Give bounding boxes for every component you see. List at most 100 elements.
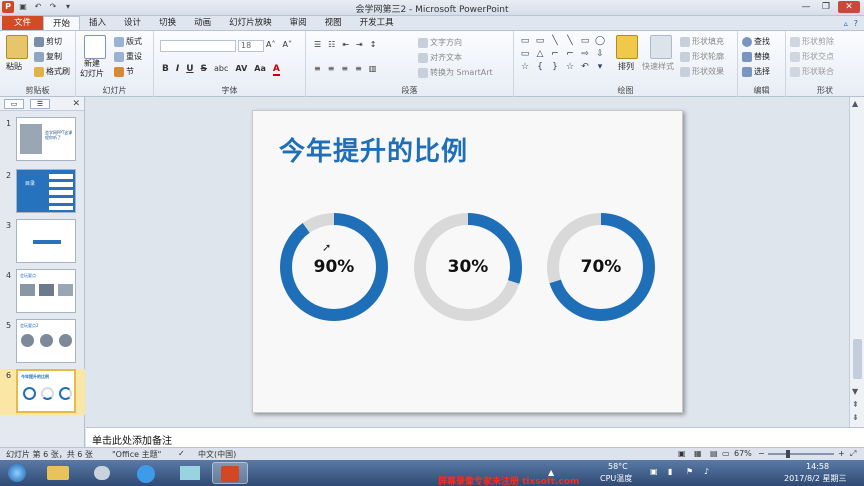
minimize-ribbon-icon[interactable]: ▵ xyxy=(844,19,848,28)
increase-indent-icon[interactable]: ⇥ xyxy=(356,40,363,49)
minimize-button[interactable]: — xyxy=(798,1,814,13)
new-slide-icon[interactable] xyxy=(84,35,106,59)
tab-slideshow[interactable]: 幻灯片放映 xyxy=(220,16,281,30)
font-color-button[interactable]: A xyxy=(272,64,280,76)
spellcheck-icon[interactable]: ✓ xyxy=(178,449,185,458)
arrange-icon[interactable] xyxy=(616,35,638,59)
char-spacing-button[interactable]: AV xyxy=(235,64,247,76)
slides-tab[interactable]: ▭ xyxy=(4,98,24,109)
align-left-icon[interactable]: ≡ xyxy=(314,64,321,73)
thumbnail-slide-4[interactable]: 4 会玩要点 xyxy=(0,269,85,315)
progress-ring-3[interactable]: 70% xyxy=(545,211,657,323)
tray-flag-icon[interactable]: ⚑ xyxy=(686,467,693,476)
numbering-icon[interactable]: ☷ xyxy=(328,40,335,49)
browser-taskbar-icon[interactable] xyxy=(128,462,164,484)
notes-pane[interactable]: 单击此处添加备注 xyxy=(86,427,864,447)
thumbnail-slide-3[interactable]: 3 xyxy=(0,219,85,265)
shape-union-button[interactable]: 形状联合 xyxy=(790,66,834,77)
italic-button[interactable]: I xyxy=(176,64,179,76)
paste-button[interactable]: 粘贴 xyxy=(6,61,22,72)
tray-volume-icon[interactable]: ♪ xyxy=(704,467,709,476)
justify-icon[interactable]: ≡ xyxy=(355,64,362,73)
thumbnail-slide-6[interactable]: 6 今年提升的比例 xyxy=(0,369,85,415)
tray-network-icon[interactable]: ▣ xyxy=(650,467,658,476)
thumbnail-slide-2[interactable]: 2 目录 xyxy=(0,169,85,215)
clock-time[interactable]: 14:58 xyxy=(806,462,829,471)
tab-review[interactable]: 审阅 xyxy=(281,16,316,30)
start-button-icon[interactable] xyxy=(2,462,32,484)
align-right-icon[interactable]: ≡ xyxy=(341,64,348,73)
bold-button[interactable]: B xyxy=(162,64,169,76)
close-button[interactable]: ✕ xyxy=(838,1,860,13)
app-taskbar-icon[interactable] xyxy=(172,462,208,484)
theme-name[interactable]: "Office 主题" xyxy=(112,449,161,460)
strikethrough-abc-button[interactable]: abc xyxy=(214,64,228,76)
smartart-button[interactable]: 转换为 SmartArt xyxy=(418,67,493,78)
copy-button[interactable]: 复制 xyxy=(34,51,62,62)
zoom-slider-knob[interactable] xyxy=(786,450,790,458)
underline-button[interactable]: U xyxy=(186,64,193,76)
replace-button[interactable]: 替换 xyxy=(742,51,770,62)
slideshow-view-icon[interactable]: ▭ xyxy=(722,449,730,458)
font-name-combo[interactable] xyxy=(160,40,236,52)
shape-cut-button[interactable]: 形状剪除 xyxy=(790,36,834,47)
language[interactable]: 中文(中国) xyxy=(198,449,236,460)
select-button[interactable]: 选择 xyxy=(742,66,770,77)
maximize-button[interactable]: ❐ xyxy=(818,1,834,13)
notes-placeholder[interactable]: 单击此处添加备注 xyxy=(92,432,172,447)
close-panel-icon[interactable]: ✕ xyxy=(72,99,80,109)
zoom-in-icon[interactable]: + xyxy=(838,449,845,458)
font-size-grow-shrink[interactable]: A˄ A˅ xyxy=(266,40,292,49)
reading-view-icon[interactable]: ▤ xyxy=(710,449,718,458)
format-painter-button[interactable]: 格式刷 xyxy=(34,66,70,77)
shape-intersect-button[interactable]: 形状交点 xyxy=(790,51,834,62)
decrease-indent-icon[interactable]: ⇤ xyxy=(342,40,349,49)
vertical-scrollbar[interactable]: ▲ ▼ ⇞ ⇟ xyxy=(849,97,864,427)
paste-icon[interactable] xyxy=(6,35,28,59)
new-slide-button[interactable]: 新建 幻灯片 xyxy=(80,59,104,79)
text-direction-button[interactable]: 文字方向 xyxy=(418,37,462,48)
powerpoint-taskbar-icon[interactable] xyxy=(212,462,248,484)
bullets-icon[interactable]: ☰ xyxy=(314,40,321,49)
layout-button[interactable]: 版式 xyxy=(114,36,142,47)
shrink-font-icon[interactable]: A˅ xyxy=(282,40,291,49)
next-slide-icon[interactable]: ⇟ xyxy=(852,413,859,422)
tray-battery-icon[interactable]: ▮ xyxy=(668,467,672,476)
progress-ring-1[interactable]: 90% xyxy=(278,211,390,323)
tab-insert[interactable]: 插入 xyxy=(80,16,115,30)
zoom-level[interactable]: 67% xyxy=(734,449,752,458)
slide-canvas[interactable]: 今年提升的比例 90% 30% 70% xyxy=(252,110,683,413)
explorer-taskbar-icon[interactable] xyxy=(40,462,76,484)
font-size-combo[interactable]: 18 xyxy=(238,40,264,52)
tab-animations[interactable]: 动画 xyxy=(185,16,220,30)
tab-design[interactable]: 设计 xyxy=(115,16,150,30)
scroll-up-icon[interactable]: ▲ xyxy=(852,99,858,108)
find-button[interactable]: 查找 xyxy=(742,36,770,47)
change-case-button[interactable]: Aa xyxy=(254,64,266,76)
columns-icon[interactable]: ▥ xyxy=(369,64,377,73)
fit-slide-icon[interactable]: ⤢ xyxy=(850,449,856,459)
slide-sorter-icon[interactable]: ▦ xyxy=(694,449,702,458)
grow-font-icon[interactable]: A˄ xyxy=(266,40,275,49)
tab-home[interactable]: 开始 xyxy=(43,16,81,30)
tab-developer[interactable]: 开发工具 xyxy=(351,16,403,30)
previous-slide-icon[interactable]: ⇞ xyxy=(852,400,859,409)
quick-styles-icon[interactable] xyxy=(650,35,672,59)
scroll-down-icon[interactable]: ▼ xyxy=(852,387,858,396)
slide-title[interactable]: 今年提升的比例 xyxy=(279,131,468,168)
cut-button[interactable]: 剪切 xyxy=(34,36,62,47)
camera-taskbar-icon[interactable] xyxy=(84,462,120,484)
outline-tab[interactable]: ☰ xyxy=(30,98,50,109)
tab-transitions[interactable]: 切换 xyxy=(150,16,185,30)
quick-styles-button[interactable]: 快速样式 xyxy=(642,61,674,72)
zoom-out-icon[interactable]: − xyxy=(758,449,765,458)
clock-date[interactable]: 2017/8/2 星期三 xyxy=(784,473,846,484)
align-center-icon[interactable]: ≡ xyxy=(328,64,335,73)
shapes-gallery[interactable]: ▭ ▭ ╲ ╲ ▭ ◯ ▭ △ ⌐ ⌐ ⇨ ⇩ ☆{} ☆ ↶ ▾ xyxy=(518,35,608,73)
tab-view[interactable]: 视图 xyxy=(316,16,351,30)
zoom-slider[interactable] xyxy=(768,453,834,455)
shape-effects-button[interactable]: 形状效果 xyxy=(680,66,724,77)
help-icon[interactable]: ? xyxy=(854,19,858,28)
section-button[interactable]: 节 xyxy=(114,66,134,77)
reset-button[interactable]: 重设 xyxy=(114,51,142,62)
